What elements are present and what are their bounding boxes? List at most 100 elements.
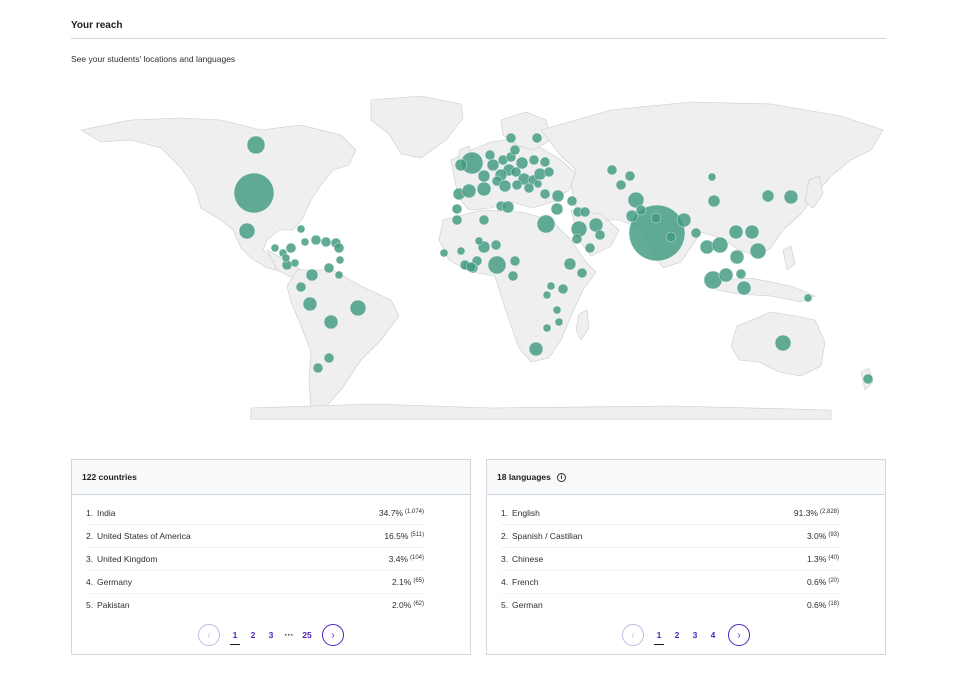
- map-bubble[interactable]: [736, 280, 752, 296]
- map-bubble[interactable]: [803, 293, 813, 303]
- map-bubble[interactable]: [509, 255, 521, 267]
- map-bubble[interactable]: [862, 373, 874, 385]
- map-bubble[interactable]: [233, 172, 275, 214]
- map-bubble[interactable]: [528, 341, 544, 357]
- map-bubble[interactable]: [761, 189, 775, 203]
- map-bubble[interactable]: [296, 224, 306, 234]
- map-bubble[interactable]: [333, 242, 345, 254]
- map-bubble[interactable]: [546, 281, 556, 291]
- map-bubble[interactable]: [478, 214, 490, 226]
- map-bubble[interactable]: [563, 257, 577, 271]
- map-bubble[interactable]: [624, 170, 636, 182]
- map-bubble[interactable]: [523, 182, 535, 194]
- map-bubble[interactable]: [579, 206, 591, 218]
- page-2-button[interactable]: 2: [244, 630, 262, 640]
- map-bubble[interactable]: [476, 181, 492, 197]
- map-bubble[interactable]: [290, 258, 300, 268]
- map-bubble[interactable]: [665, 231, 677, 243]
- map-bubble[interactable]: [584, 242, 596, 254]
- map-bubble[interactable]: [729, 249, 745, 265]
- page-25-button[interactable]: 25: [298, 630, 316, 640]
- map-bubble[interactable]: [238, 222, 256, 240]
- map-bubble[interactable]: [783, 189, 799, 205]
- map-bubble[interactable]: [606, 164, 618, 176]
- map-bubble[interactable]: [531, 132, 543, 144]
- previous-page-button[interactable]: ‹: [622, 624, 644, 646]
- map-bubble[interactable]: [312, 362, 324, 374]
- map-bubble[interactable]: [594, 229, 606, 241]
- map-bubble[interactable]: [439, 248, 449, 258]
- map-bubble[interactable]: [550, 202, 564, 216]
- page-1-button[interactable]: 1: [226, 630, 244, 645]
- map-bubble[interactable]: [735, 268, 747, 280]
- map-bubble[interactable]: [509, 144, 521, 156]
- page-4-button[interactable]: 4: [704, 630, 722, 640]
- map-bubble[interactable]: [451, 214, 463, 226]
- map-bubble[interactable]: [543, 166, 555, 178]
- map-bubble[interactable]: [542, 290, 552, 300]
- map-bubble[interactable]: [551, 189, 565, 203]
- page-3-button[interactable]: 3: [262, 630, 280, 640]
- info-icon[interactable]: i: [556, 472, 566, 482]
- map-bubble[interactable]: [511, 179, 523, 191]
- map-bubble[interactable]: [334, 270, 344, 280]
- map-bubble[interactable]: [454, 158, 468, 172]
- map-bubble[interactable]: [474, 236, 484, 246]
- next-page-button[interactable]: ›: [322, 624, 344, 646]
- map-bubble[interactable]: [487, 255, 507, 275]
- map-bubble[interactable]: [461, 183, 477, 199]
- map-bubble[interactable]: [484, 149, 496, 161]
- map-bubble[interactable]: [465, 261, 477, 273]
- map-bubble[interactable]: [707, 194, 721, 208]
- map-bubble[interactable]: [490, 239, 502, 251]
- map-bubble[interactable]: [310, 234, 322, 246]
- map-bubble[interactable]: [576, 267, 588, 279]
- map-bubble[interactable]: [744, 224, 760, 240]
- map-bubble[interactable]: [349, 299, 367, 317]
- map-bubble[interactable]: [650, 212, 662, 224]
- map-bubble[interactable]: [477, 169, 491, 183]
- map-bubble[interactable]: [774, 334, 792, 352]
- map-bubble[interactable]: [515, 156, 529, 170]
- map-bubble[interactable]: [486, 158, 500, 172]
- map-bubble[interactable]: [554, 317, 564, 327]
- map-bubble[interactable]: [615, 179, 627, 191]
- map-bubble[interactable]: [539, 156, 551, 168]
- map-bubble[interactable]: [711, 236, 729, 254]
- map-bubble[interactable]: [536, 214, 556, 234]
- map-bubble[interactable]: [749, 242, 767, 260]
- map-bubble[interactable]: [246, 135, 266, 155]
- map-bubble[interactable]: [505, 132, 517, 144]
- map-bubble[interactable]: [270, 243, 280, 253]
- map-bubble[interactable]: [323, 314, 339, 330]
- map-bubble[interactable]: [718, 267, 734, 283]
- map-bubble[interactable]: [320, 236, 332, 248]
- map-bubble[interactable]: [323, 262, 335, 274]
- map-bubble[interactable]: [295, 281, 307, 293]
- map-bubble[interactable]: [533, 179, 543, 189]
- map-bubble[interactable]: [281, 253, 291, 263]
- map-bubble[interactable]: [498, 179, 512, 193]
- page-2-button[interactable]: 2: [668, 630, 686, 640]
- map-bubble[interactable]: [305, 268, 319, 282]
- previous-page-button[interactable]: ‹: [198, 624, 220, 646]
- map-bubble[interactable]: [690, 227, 702, 239]
- map-bubble[interactable]: [539, 188, 551, 200]
- page-1-button[interactable]: 1: [650, 630, 668, 645]
- map-bubble[interactable]: [707, 172, 717, 182]
- map-bubble[interactable]: [542, 323, 552, 333]
- map-bubble[interactable]: [557, 283, 569, 295]
- next-page-button[interactable]: ›: [728, 624, 750, 646]
- map-bubble[interactable]: [528, 154, 540, 166]
- map-bubble[interactable]: [501, 200, 515, 214]
- map-bubble[interactable]: [728, 224, 744, 240]
- map-bubble[interactable]: [676, 212, 692, 228]
- page-3-button[interactable]: 3: [686, 630, 704, 640]
- map-bubble[interactable]: [625, 209, 639, 223]
- map-bubble[interactable]: [302, 296, 318, 312]
- map-bubble[interactable]: [507, 270, 519, 282]
- map-bubble[interactable]: [571, 233, 583, 245]
- map-bubble[interactable]: [456, 246, 466, 256]
- map-bubble[interactable]: [300, 237, 310, 247]
- map-bubble[interactable]: [566, 195, 578, 207]
